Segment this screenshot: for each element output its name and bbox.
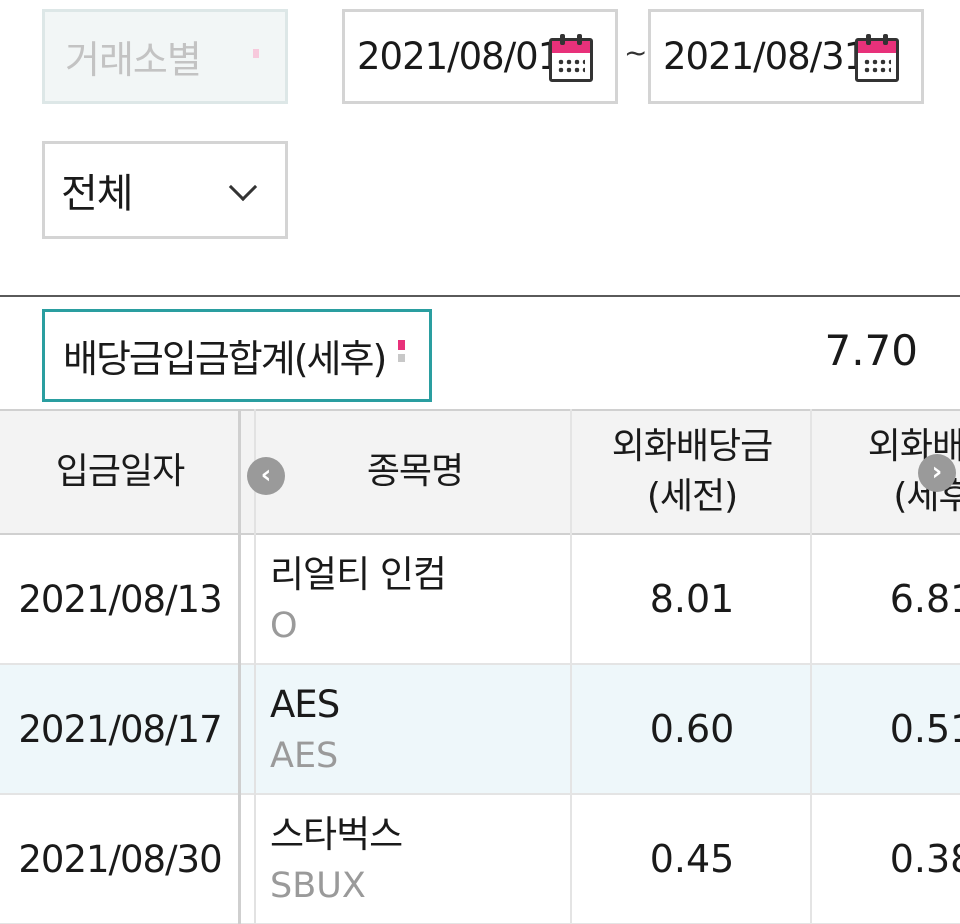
- table-row[interactable]: 2021/08/17 AES AES 0.60 0.51: [0, 665, 960, 795]
- date-range-separator: ~: [624, 36, 648, 69]
- column-divider: [810, 409, 812, 924]
- header-gross-dividend-line2: (세전): [646, 476, 738, 517]
- header-deposit-date: 입금일자: [55, 451, 185, 492]
- category-select-value: 전체: [61, 171, 134, 217]
- exchange-filter-button[interactable]: 거래소별: [42, 9, 288, 104]
- frozen-column-divider: [238, 409, 241, 924]
- dividend-total-label-box: 배당금입금합계(세후): [42, 309, 432, 402]
- date-from-field[interactable]: 2021/08/01: [342, 9, 618, 104]
- stock-name-cell: 스타벅스 SBUX: [258, 795, 572, 923]
- date-to-value: 2021/08/31: [663, 35, 867, 78]
- table-row[interactable]: 2021/08/30 스타벅스 SBUX 0.45 0.38: [0, 795, 960, 924]
- dividend-deposit-page: 거래소별 2021/08/01 ~ 2021/08/31 전체 배당금입금합계(…: [0, 0, 960, 924]
- stock-ticker: O: [270, 606, 298, 646]
- deposit-date-cell: 2021/08/17: [18, 707, 222, 751]
- dividend-total-value: 7.70: [824, 326, 918, 375]
- dividend-table: 입금일자 종목명 외화배당금 (세전) 외화배당 (세후 2021/08/13 …: [0, 409, 960, 924]
- gross-dividend-cell: 0.45: [649, 837, 735, 881]
- date-to-field[interactable]: 2021/08/31: [648, 9, 924, 104]
- dividend-total-label: 배당금입금합계(세후): [63, 337, 387, 381]
- deposit-date-cell: 2021/08/30: [18, 837, 222, 881]
- calendar-icon[interactable]: [549, 34, 593, 82]
- net-dividend-cell: 0.51: [889, 707, 960, 751]
- stock-ticker: SBUX: [270, 866, 366, 906]
- stock-name: 리얼티 인컴: [270, 553, 447, 596]
- exchange-filter-label: 거래소별: [65, 38, 202, 82]
- stock-name: AES: [270, 683, 340, 726]
- header-stock-name: 종목명: [366, 451, 464, 492]
- stock-name-cell: AES AES: [258, 665, 572, 793]
- chevron-left-icon[interactable]: ‹: [247, 457, 285, 495]
- header-gross-dividend-line1: 외화배당금: [611, 426, 774, 467]
- deposit-date-cell: 2021/08/13: [18, 577, 222, 621]
- stock-ticker: AES: [270, 736, 339, 776]
- section-divider: [0, 295, 960, 297]
- net-dividend-cell: 0.38: [889, 837, 960, 881]
- stock-name-cell: 리얼티 인컴 O: [258, 535, 572, 663]
- stock-name: 스타벅스: [270, 813, 403, 856]
- column-divider: [570, 409, 572, 924]
- table-row[interactable]: 2021/08/13 리얼티 인컴 O 8.01 6.81: [0, 535, 960, 665]
- calendar-icon[interactable]: [855, 34, 899, 82]
- header-gross-dividend: 외화배당금 (세전): [572, 411, 812, 533]
- required-marker: [253, 49, 259, 59]
- table-header-row: 입금일자 종목명 외화배당금 (세전) 외화배당 (세후: [0, 409, 960, 535]
- gross-dividend-cell: 8.01: [649, 577, 735, 621]
- date-from-value: 2021/08/01: [357, 35, 561, 78]
- chevron-down-icon: [228, 172, 258, 202]
- chevron-right-icon[interactable]: ›: [918, 454, 956, 492]
- category-select[interactable]: 전체: [42, 141, 288, 239]
- net-dividend-cell: 6.81: [889, 577, 960, 621]
- gross-dividend-cell: 0.60: [649, 707, 735, 751]
- marker-icon: [398, 340, 405, 370]
